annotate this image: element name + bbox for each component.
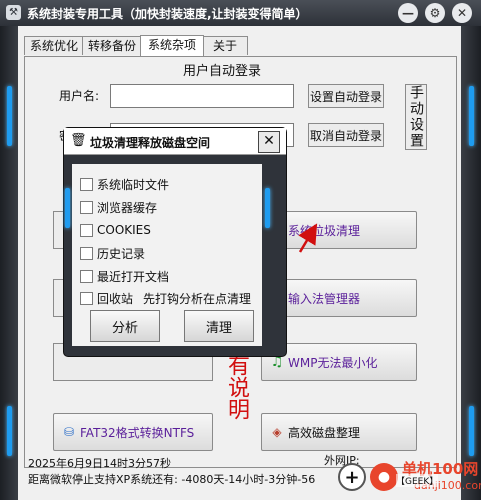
dialog-glow (65, 188, 70, 228)
option-label: 历史记录 (97, 246, 146, 261)
option-label: 回收站 (97, 291, 134, 306)
tab-system-misc[interactable]: 系统杂项 (140, 35, 204, 56)
trash-clean-dialog: 🗑 垃圾清理释放磁盘空间 ✕ 系统临时文件 浏览器缓存 COOKIES 历史记录… (64, 128, 286, 356)
option-label: 浏览器缓存 (97, 200, 158, 215)
option-temp-files[interactable]: 系统临时文件 (80, 176, 169, 192)
dialog-body: 系统临时文件 浏览器缓存 COOKIES 历史记录 最近打开文档 回收站 先打钩分… (72, 164, 262, 346)
option-label: 最近打开文档 (97, 269, 170, 284)
plus-icon: + (338, 463, 366, 491)
option-browser-cache[interactable]: 浏览器缓存 (80, 199, 157, 215)
option-label: COOKIES (97, 223, 151, 237)
checkbox[interactable] (80, 246, 93, 260)
option-recycle-bin[interactable]: 回收站 先打钩分析在点清理 (80, 290, 251, 306)
clean-button[interactable]: 清理 (184, 310, 254, 342)
red-arrow (298, 223, 318, 253)
checkbox[interactable] (80, 177, 93, 191)
option-history[interactable]: 历史记录 (80, 245, 145, 261)
dialog-title: 垃圾清理释放磁盘空间 (90, 136, 211, 150)
option-recent-docs[interactable]: 最近打开文档 (80, 268, 169, 284)
checkbox[interactable] (80, 269, 93, 283)
watermark: + ● 单机100网 danji100.com 【GEEK】 (338, 455, 481, 499)
dialog-hint: 先打钩分析在点清理 (143, 291, 252, 306)
annotation-text: 有说明 (224, 354, 249, 420)
checkbox[interactable] (80, 223, 93, 237)
option-cookies[interactable]: COOKIES (80, 222, 151, 238)
option-label: 系统临时文件 (97, 177, 170, 192)
watermark-logo-icon: ● (370, 463, 398, 491)
dialog-title-bar: 🗑 垃圾清理释放磁盘空间 ✕ (64, 128, 286, 155)
dialog-close-button[interactable]: ✕ (258, 131, 280, 153)
checkbox[interactable] (80, 291, 93, 305)
analyze-button[interactable]: 分析 (90, 310, 160, 342)
checkbox[interactable] (80, 200, 93, 214)
geek-label: 【GEEK】 (396, 474, 439, 487)
dialog-glow (265, 188, 270, 228)
trash-icon: 🗑 (70, 133, 87, 148)
